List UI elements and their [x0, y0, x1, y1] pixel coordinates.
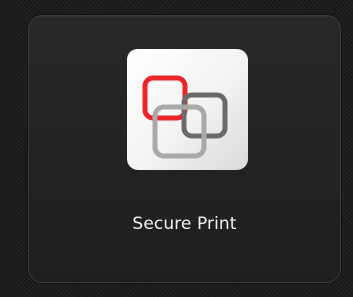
tile-label: Secure Print — [132, 214, 237, 234]
secure-print-icon — [126, 48, 249, 171]
secure-print-tile[interactable]: Secure Print — [28, 15, 341, 283]
